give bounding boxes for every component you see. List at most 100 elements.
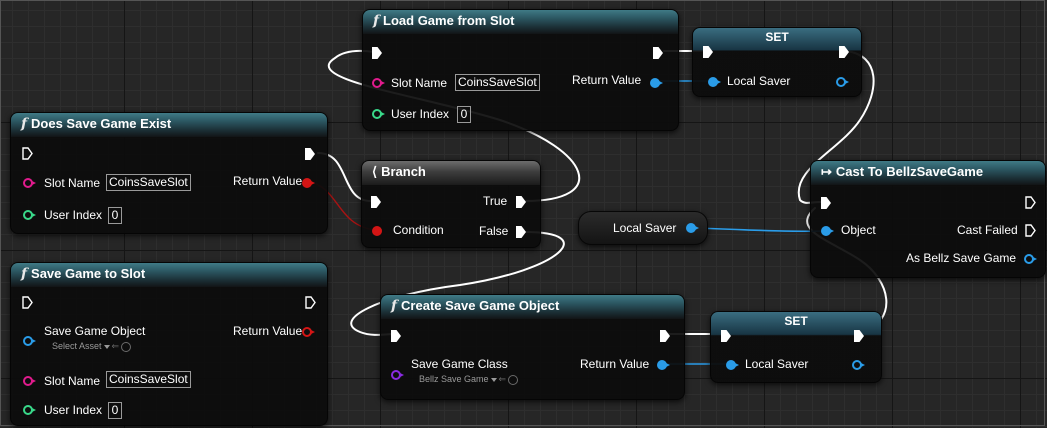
node-title: Save Game to Slot [31,266,146,281]
local-saver-out-pin[interactable] [686,223,699,233]
node-header: f Save Game to Slot [11,263,327,287]
save-game-to-slot-node[interactable]: f Save Game to Slot Save Game Object Sele… [10,262,328,426]
function-icon: f [21,266,28,282]
obj-wire-local-saver-to-cast [691,227,826,233]
false-label: False [479,224,509,238]
use-selected-arrow-icon[interactable]: ⇐ [499,374,507,385]
as-bellz-save-game-pin[interactable] [1024,254,1037,264]
node-header: f Load Game from Slot [363,10,678,34]
save-game-class-label: Save Game Class [411,357,508,371]
local-saver-label: Local Saver [745,357,809,371]
slot-name-label: Slot Name [44,374,101,388]
set-title: SET [784,314,808,328]
exec-in-pin[interactable] [703,46,713,58]
function-icon: f [373,13,380,29]
function-icon: f [21,116,28,132]
node-title: Branch [381,164,426,179]
slot-name-pin[interactable] [372,78,385,88]
node-header: ↦ Cast To BellzSaveGame [811,161,1045,185]
browse-icon[interactable] [508,374,519,385]
select-asset-dropdown[interactable]: Select Asset ⇐ [52,341,132,352]
condition-label: Condition [393,223,444,237]
select-asset-text: Select Asset [52,341,102,351]
user-index-label: User Index [44,403,103,417]
save-game-class-pin[interactable] [391,370,404,380]
local-saver-out-pin[interactable] [836,77,849,87]
branch-node[interactable]: ⟨ Branch True Condition False [361,160,541,248]
local-saver-in-pin[interactable] [726,360,739,370]
cast-arrow-icon: ↦ [821,164,832,179]
user-index-label: User Index [391,107,450,121]
node-title: Does Save Game Exist [31,116,172,131]
user-index-field[interactable]: 0 [108,402,122,419]
exec-in-pin-hollow[interactable] [22,147,33,160]
exec-out-pin-hollow[interactable] [305,296,316,309]
node-title: Load Game from Slot [383,13,515,28]
node-header: f Does Save Game Exist [11,113,327,137]
slot-name-field[interactable]: CoinsSaveSlot [455,74,540,91]
exec-in-pin[interactable] [821,197,831,209]
exec-in-pin[interactable] [372,47,382,59]
browse-icon[interactable] [121,341,132,352]
slot-name-label: Slot Name [391,76,448,90]
return-value-label: Return Value [572,73,642,87]
node-title: Cast To BellzSaveGame [835,164,984,179]
return-value-pin[interactable] [302,178,315,188]
use-selected-arrow-icon[interactable]: ⇐ [112,341,120,352]
exec-out-pin[interactable] [653,47,663,59]
true-exec-out-pin[interactable] [516,196,526,208]
condition-pin[interactable] [372,226,382,236]
slot-name-label: Slot Name [44,176,101,190]
cast-to-bellzsavegame-node[interactable]: ↦ Cast To BellzSaveGame Object Cast Faile… [810,160,1046,278]
return-value-label: Return Value [233,324,303,338]
exec-out-pin[interactable] [305,148,315,160]
local-saver-in-pin[interactable] [708,77,721,87]
user-index-pin[interactable] [23,405,36,415]
true-label: True [483,194,508,208]
user-index-pin[interactable] [372,109,385,119]
exec-in-pin[interactable] [391,330,401,342]
local-saver-out-pin[interactable] [852,360,865,370]
does-save-game-exist-node[interactable]: f Does Save Game Exist Slot Name CoinsSav… [10,112,328,234]
save-game-object-pin[interactable] [23,336,36,346]
return-value-label: Return Value [233,174,303,188]
exec-in-pin-hollow[interactable] [22,296,33,309]
save-game-class-dropdown[interactable]: Bellz Save Game ⇐ [419,374,519,385]
user-index-pin[interactable] [23,210,36,220]
exec-in-pin[interactable] [371,196,381,208]
return-value-pin[interactable] [657,360,670,370]
node-header: ⟨ Branch [362,161,540,185]
save-game-class-value: Bellz Save Game [419,374,489,384]
user-index-label: User Index [44,208,103,222]
return-value-label: Return Value [580,357,650,371]
return-value-pin[interactable] [650,78,663,88]
slot-name-field[interactable]: CoinsSaveSlot [106,371,191,388]
false-exec-out-pin[interactable] [516,226,526,238]
slot-name-pin[interactable] [23,178,36,188]
local-saver-get-node[interactable]: Local Saver [578,211,708,245]
exec-in-pin[interactable] [721,330,731,342]
user-index-field[interactable]: 0 [457,106,471,123]
dropdown-arrow-icon [103,344,110,349]
save-game-object-label: Save Game Object [44,324,146,338]
local-saver-label: Local Saver [727,74,791,88]
exec-out-pin[interactable] [854,330,864,342]
as-bellz-save-game-label: As Bellz Save Game [906,251,1017,265]
exec-out-pin[interactable] [839,46,849,58]
function-icon: f [391,298,398,314]
create-save-game-object-node[interactable]: f Create Save Game Object Save Game Class… [380,294,685,400]
set-local-saver-node-top[interactable]: SET Local Saver [692,27,862,97]
slot-name-pin[interactable] [23,376,36,386]
exec-out-pin[interactable] [660,330,670,342]
slot-name-field[interactable]: CoinsSaveSlot [106,174,191,191]
cast-failed-label: Cast Failed [957,223,1018,237]
local-saver-label: Local Saver [613,221,677,235]
cast-failed-exec-pin[interactable] [1025,224,1036,237]
load-game-from-slot-node[interactable]: f Load Game from Slot Slot Name CoinsSave… [362,9,679,131]
exec-out-pin-hollow[interactable] [1025,196,1036,209]
user-index-field[interactable]: 0 [108,207,122,224]
object-pin[interactable] [821,226,834,236]
node-title: Create Save Game Object [401,298,560,313]
return-value-pin[interactable] [302,327,315,337]
set-local-saver-node-bottom[interactable]: SET Local Saver [710,311,882,383]
